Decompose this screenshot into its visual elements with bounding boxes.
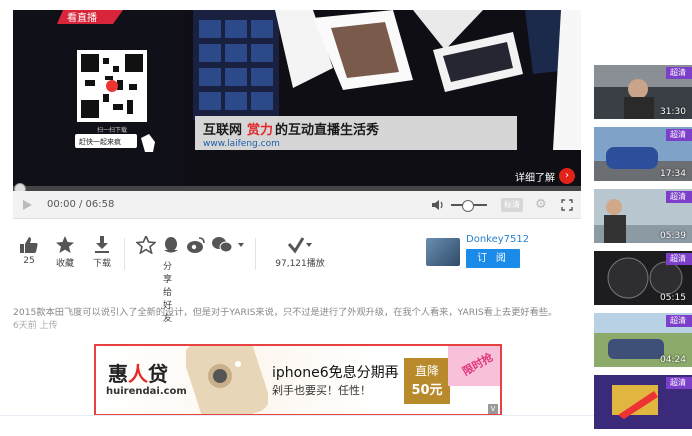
volume-slider[interactable]: [451, 191, 487, 218]
ad-mark: V: [488, 404, 498, 414]
related-video-thumb[interactable]: 超清 04:24: [594, 313, 692, 367]
related-video-thumb[interactable]: 超清 05:39: [594, 189, 692, 243]
related-video-thumb[interactable]: 超清: [594, 375, 692, 429]
views-count: 97,121播放: [275, 259, 325, 269]
fullscreen-icon[interactable]: [561, 191, 573, 218]
qr-button-label: 赶快一起来疯: [79, 137, 121, 146]
quality-label: 标清: [501, 197, 523, 212]
related-video-thumb[interactable]: 超清 17:34: [594, 127, 692, 181]
qr-label: 扫一扫下载: [97, 126, 127, 134]
learn-more-label: 详细了解: [515, 172, 555, 184]
video-player[interactable]: 看直播 扫一扫下载 赶快一起来疯 互联网 赏力 的互动直播生活秀 www.lai…: [13, 10, 581, 189]
time-display: 00:00 / 06:58: [47, 199, 115, 210]
scene-caption: 互联网: [203, 123, 242, 138]
wechat-icon: [212, 237, 233, 253]
caret-down-icon: [238, 243, 244, 247]
video-frame: 看直播 扫一扫下载 赶快一起来疯 互联网 赏力 的互动直播生活秀 www.lai…: [13, 10, 581, 189]
scene-url: www.laifeng.com: [203, 139, 280, 149]
scene-caption-rest: 的互动直播生活秀: [275, 122, 380, 138]
like-button[interactable]: 25: [9, 236, 49, 266]
related-video-thumb[interactable]: 超清 05:15: [594, 251, 692, 305]
gear-icon[interactable]: ⚙: [535, 191, 547, 218]
share-more-dropdown[interactable]: [233, 236, 249, 254]
control-bar: 00:00 / 06:58 标清 ⚙: [13, 191, 581, 219]
scene-top-text: 看直播: [67, 11, 97, 24]
thumbs-up-icon: [20, 237, 38, 253]
ad-logo: 惠人贷: [108, 362, 168, 386]
related-video-thumb[interactable]: 超清 31:30: [594, 65, 692, 119]
ad-banner[interactable]: 惠人贷 huirendai.com iphone6免息分期再 剁手也要买！任性！…: [94, 344, 502, 416]
download-label: 下载: [92, 259, 111, 269]
views-stat: 97,121播放: [275, 236, 325, 269]
subscribe-button[interactable]: 订 阅: [466, 249, 520, 268]
divider: [124, 238, 125, 270]
collect-button[interactable]: 收藏: [45, 236, 85, 269]
download-button[interactable]: 下载: [82, 236, 122, 269]
star-icon: [56, 236, 74, 253]
ad-title: iphone6免息分期再: [272, 365, 399, 381]
download-icon: [95, 236, 109, 253]
views-check-icon: [287, 237, 312, 254]
limited-time-corner: 限时抢: [448, 346, 500, 386]
upload-time: 6天前 上传: [13, 321, 58, 331]
divider-line: [0, 415, 692, 416]
ad-domain: huirendai.com: [106, 386, 187, 397]
avatar[interactable]: [426, 238, 460, 266]
divider: [255, 238, 256, 270]
uploader-name[interactable]: Donkey7512: [466, 234, 529, 245]
chevron-right-icon: ›: [559, 168, 575, 184]
quality-button[interactable]: 标清: [501, 191, 523, 218]
scene-caption-red: 赏力: [247, 122, 273, 138]
phone-image: [186, 346, 268, 414]
video-description: 2015款本田飞度可以说引入了全新的设计，但是对于YARIS来说，只不过是进行了…: [13, 307, 558, 318]
play-icon[interactable]: [21, 191, 39, 218]
like-count: 25: [23, 256, 35, 266]
volume-handle[interactable]: [462, 199, 475, 212]
discount-badge: 直降 50元: [404, 358, 450, 404]
learn-more-link[interactable]: 详细了解 ›: [515, 167, 575, 185]
volume-icon[interactable]: [431, 191, 445, 218]
ad-subtitle: 剁手也要买！任性！: [272, 384, 371, 397]
collect-label: 收藏: [55, 259, 74, 269]
